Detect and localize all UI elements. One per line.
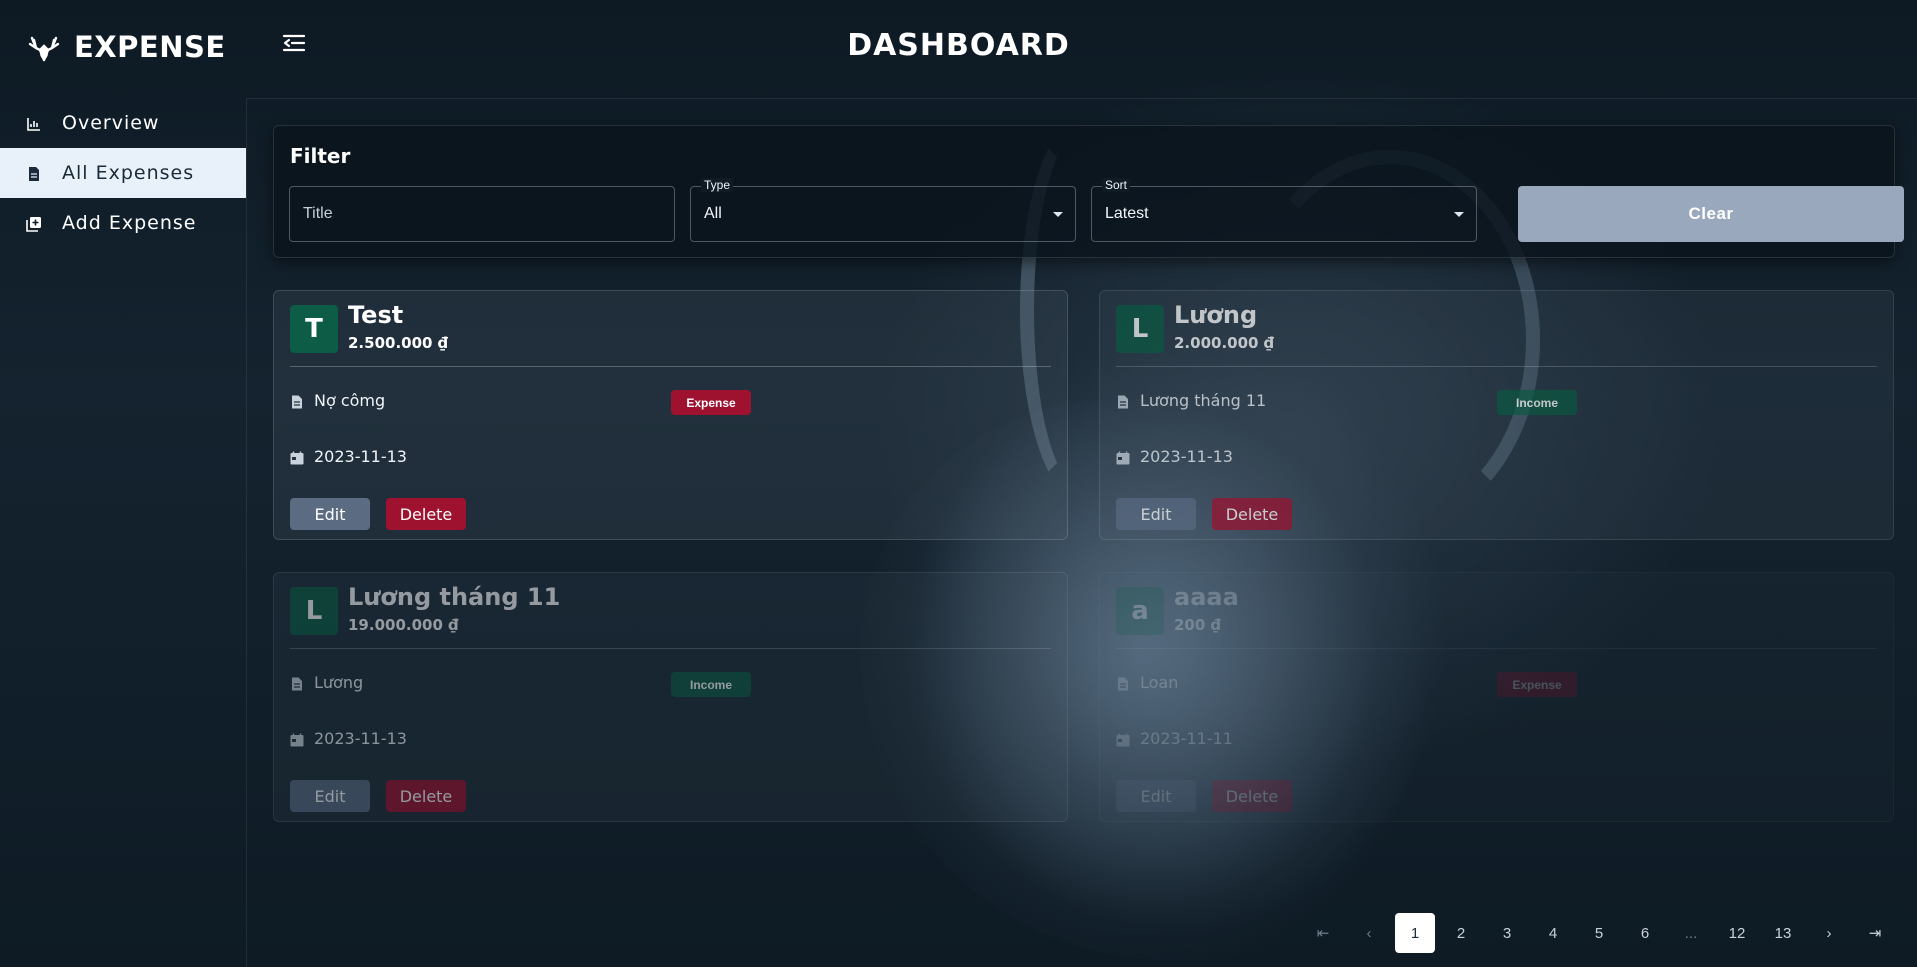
- document-icon: [290, 394, 304, 408]
- divider: [290, 648, 1051, 649]
- divider: [290, 366, 1051, 367]
- sort-select-label: Sort: [1102, 178, 1131, 192]
- edit-button[interactable]: Edit: [290, 498, 370, 530]
- sidebar-item-overview[interactable]: Overview: [0, 98, 246, 148]
- sidebar-item-add-expense[interactable]: Add Expense: [0, 198, 246, 248]
- expense-date: 2023-11-13: [1140, 447, 1233, 466]
- title-filter-placeholder: Title: [303, 205, 333, 222]
- caret-down-icon: [1053, 212, 1063, 217]
- sort-select[interactable]: Sort Latest: [1091, 178, 1477, 242]
- expense-card: L Lương 2.000.000 ₫ Lương tháng 11 Incom…: [1099, 290, 1894, 540]
- last-page-icon[interactable]: ⇥: [1855, 913, 1895, 953]
- calendar-icon: [290, 450, 304, 464]
- page-button-3[interactable]: 3: [1487, 913, 1527, 953]
- category-row: Nợ cômg: [290, 391, 385, 410]
- avatar: L: [1116, 305, 1164, 353]
- expense-category: Loan: [1140, 673, 1179, 692]
- page-button-13[interactable]: 13: [1763, 913, 1803, 953]
- type-select-value: All: [704, 205, 722, 222]
- expense-category: Lương tháng 11: [1140, 391, 1267, 410]
- category-row: Lương: [290, 673, 363, 692]
- bar-chart-icon: [26, 115, 42, 131]
- calendar-icon: [1116, 732, 1130, 746]
- expense-amount: 2.000.000 ₫: [1174, 334, 1275, 352]
- sidebar-item-label: All Expenses: [62, 162, 195, 184]
- divider: [1116, 366, 1877, 367]
- status-badge: Income: [1497, 390, 1577, 415]
- delete-button[interactable]: Delete: [386, 780, 466, 812]
- type-select-label: Type: [701, 178, 734, 192]
- page-button-4[interactable]: 4: [1533, 913, 1573, 953]
- pagination: ⇤ ‹ 1 2 3 4 5 6 ... 12 13 › ⇥: [1303, 913, 1895, 953]
- document-icon: [1116, 394, 1130, 408]
- delete-button[interactable]: Delete: [1212, 498, 1292, 530]
- page-ellipsis: ...: [1684, 924, 1698, 942]
- expense-card: L Lương tháng 11 19.000.000 ₫ Lương Inco…: [273, 572, 1068, 822]
- page-button-6[interactable]: 6: [1625, 913, 1665, 953]
- expense-amount: 19.000.000 ₫: [348, 616, 459, 634]
- expense-title: Test: [348, 301, 404, 329]
- main-content: Filter Title Type All Sort Latest Clear …: [246, 98, 1917, 967]
- category-row: Loan: [1116, 673, 1178, 692]
- expense-date: 2023-11-11: [1140, 729, 1233, 748]
- document-icon: [290, 676, 304, 690]
- avatar: a: [1116, 587, 1164, 635]
- document-icon: [26, 165, 42, 181]
- expense-amount: 2.500.000 ₫: [348, 334, 449, 352]
- expense-card: a aaaa 200 ₫ Loan Expense 2023-11-11 Edi…: [1099, 572, 1894, 822]
- edit-button[interactable]: Edit: [1116, 780, 1196, 812]
- sidebar-item-all-expenses[interactable]: All Expenses: [0, 148, 246, 198]
- expense-date: 2023-11-13: [314, 729, 407, 748]
- page-button-12[interactable]: 12: [1717, 913, 1757, 953]
- filter-panel: Filter Title Type All Sort Latest Clear: [273, 125, 1904, 258]
- expense-card: T Test 2.500.000 ₫ Nợ cômg Expense 2023-…: [273, 290, 1068, 540]
- document-icon: [1116, 676, 1130, 690]
- filter-title: Filter: [290, 144, 351, 168]
- expense-amount: 200 ₫: [1174, 616, 1221, 634]
- title-filter-input[interactable]: Title: [289, 186, 675, 242]
- avatar: L: [290, 587, 338, 635]
- expense-date: 2023-11-13: [314, 447, 407, 466]
- calendar-icon: [1116, 450, 1130, 464]
- top-bar: EXPENSE DASHBOARD: [0, 0, 1917, 98]
- page-title: DASHBOARD: [847, 28, 1070, 63]
- date-row: 2023-11-13: [290, 447, 407, 466]
- expense-title: aaaa: [1174, 583, 1239, 611]
- status-badge: Expense: [1497, 672, 1577, 697]
- first-page-icon[interactable]: ⇤: [1303, 913, 1343, 953]
- sort-select-value: Latest: [1105, 205, 1149, 222]
- delete-button[interactable]: Delete: [386, 498, 466, 530]
- date-row: 2023-11-11: [1116, 729, 1233, 748]
- add-square-icon: [26, 215, 42, 232]
- status-badge: Income: [671, 672, 751, 697]
- page-button-5[interactable]: 5: [1579, 913, 1619, 953]
- prev-page-icon[interactable]: ‹: [1349, 913, 1389, 953]
- caret-down-icon: [1454, 212, 1464, 217]
- next-page-icon[interactable]: ›: [1809, 913, 1849, 953]
- date-row: 2023-11-13: [290, 729, 407, 748]
- category-row: Lương tháng 11: [1116, 391, 1266, 410]
- page-button-2[interactable]: 2: [1441, 913, 1481, 953]
- sidebar-item-label: Add Expense: [62, 212, 197, 234]
- expense-title: Lương: [1174, 301, 1258, 329]
- type-select[interactable]: Type All: [690, 178, 1076, 242]
- date-row: 2023-11-13: [1116, 447, 1233, 466]
- delete-button[interactable]: Delete: [1212, 780, 1292, 812]
- expense-category: Lương: [314, 673, 364, 692]
- calendar-icon: [290, 732, 304, 746]
- expense-category: Nợ cômg: [314, 391, 386, 410]
- clear-filter-button[interactable]: Clear: [1518, 186, 1904, 242]
- sidebar: Overview All Expenses Add Expense: [0, 98, 246, 967]
- divider: [1116, 648, 1877, 649]
- sidebar-item-label: Overview: [62, 112, 160, 134]
- expense-title: Lương tháng 11: [348, 583, 561, 611]
- edit-button[interactable]: Edit: [1116, 498, 1196, 530]
- edit-button[interactable]: Edit: [290, 780, 370, 812]
- status-badge: Expense: [671, 390, 751, 415]
- page-button-1[interactable]: 1: [1395, 913, 1435, 953]
- avatar: T: [290, 305, 338, 353]
